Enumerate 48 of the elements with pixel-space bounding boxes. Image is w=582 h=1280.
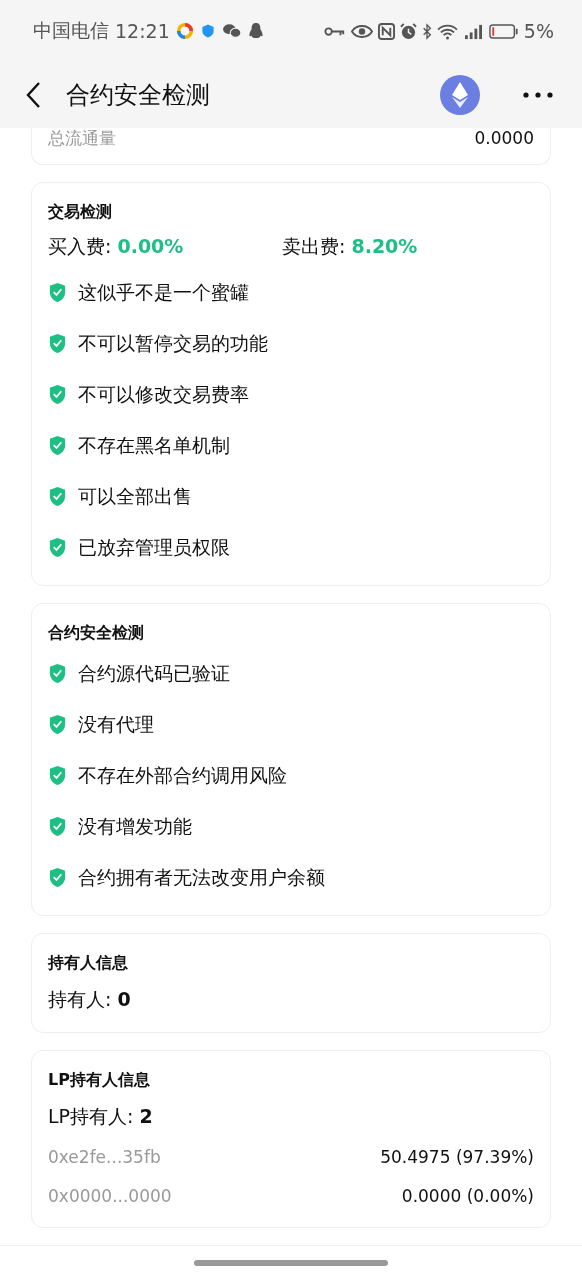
check-text: 这似乎不是一个蜜罐	[78, 279, 249, 305]
eye-icon	[350, 23, 373, 39]
fee-label: 卖出费:	[282, 235, 347, 257]
section-title: 交易检测	[48, 201, 113, 223]
check-text: 合约拥有者无法改变用户余额	[78, 864, 325, 890]
wifi-icon	[436, 22, 458, 40]
nfc-icon	[377, 22, 395, 40]
carrier-name: 中国电信	[33, 18, 109, 43]
holder-amount: 0.0000 (0.00%)	[401, 1185, 534, 1206]
signal-icon	[462, 22, 484, 40]
chat-bubbles-icon	[221, 23, 242, 39]
section-title: LP持有人信息	[48, 1069, 151, 1091]
holder-address[interactable]: 0xe2fe...35fb	[48, 1146, 161, 1167]
battery-icon	[488, 23, 519, 39]
more-icon	[522, 91, 554, 99]
check-text: 合约源代码已验证	[78, 660, 230, 686]
key-icon	[323, 24, 346, 38]
section-title: 合约安全检测	[48, 622, 145, 644]
alarm-clock-icon	[399, 22, 417, 40]
bluetooth-icon	[421, 22, 432, 40]
check-text: 不存在外部合约调用风险	[78, 762, 287, 788]
clock-time: 12:21	[115, 20, 170, 42]
check-text: 已放弃管理员权限	[78, 534, 230, 560]
colorful-ring-icon	[175, 22, 194, 40]
back-icon	[25, 81, 41, 109]
page-title: 合约安全检测	[66, 80, 211, 111]
fee-label: 买入费:	[48, 235, 113, 257]
fee-value: 0.00%	[117, 235, 184, 257]
battery-percent: 5%	[523, 20, 554, 42]
check-text: 不可以修改交易费率	[78, 381, 249, 407]
section-title: 持有人信息	[48, 952, 129, 974]
shield-icon	[199, 23, 216, 39]
fee-value: 8.20%	[351, 235, 418, 257]
check-text: 没有增发功能	[78, 813, 192, 839]
check-text: 不存在黑名单机制	[78, 432, 230, 458]
penguin-icon	[247, 22, 264, 40]
check-text: 可以全部出售	[78, 483, 192, 509]
check-text: 不可以暂停交易的功能	[78, 330, 268, 356]
more-menu-button[interactable]	[522, 89, 554, 101]
check-text: 没有代理	[78, 711, 154, 737]
ethereum-diamond-icon	[450, 81, 470, 109]
supply-label: 总流通量	[48, 126, 116, 150]
ethereum-network-button[interactable]	[440, 75, 480, 115]
supply-value: 0.0000	[474, 128, 534, 148]
holder-count: 持有人: 0	[48, 987, 132, 1012]
holder-address[interactable]: 0x0000...0000	[48, 1185, 172, 1206]
holder-amount: 50.4975 (97.39%)	[380, 1146, 534, 1167]
lp-holder-count: LP持有人: 2	[48, 1104, 154, 1129]
